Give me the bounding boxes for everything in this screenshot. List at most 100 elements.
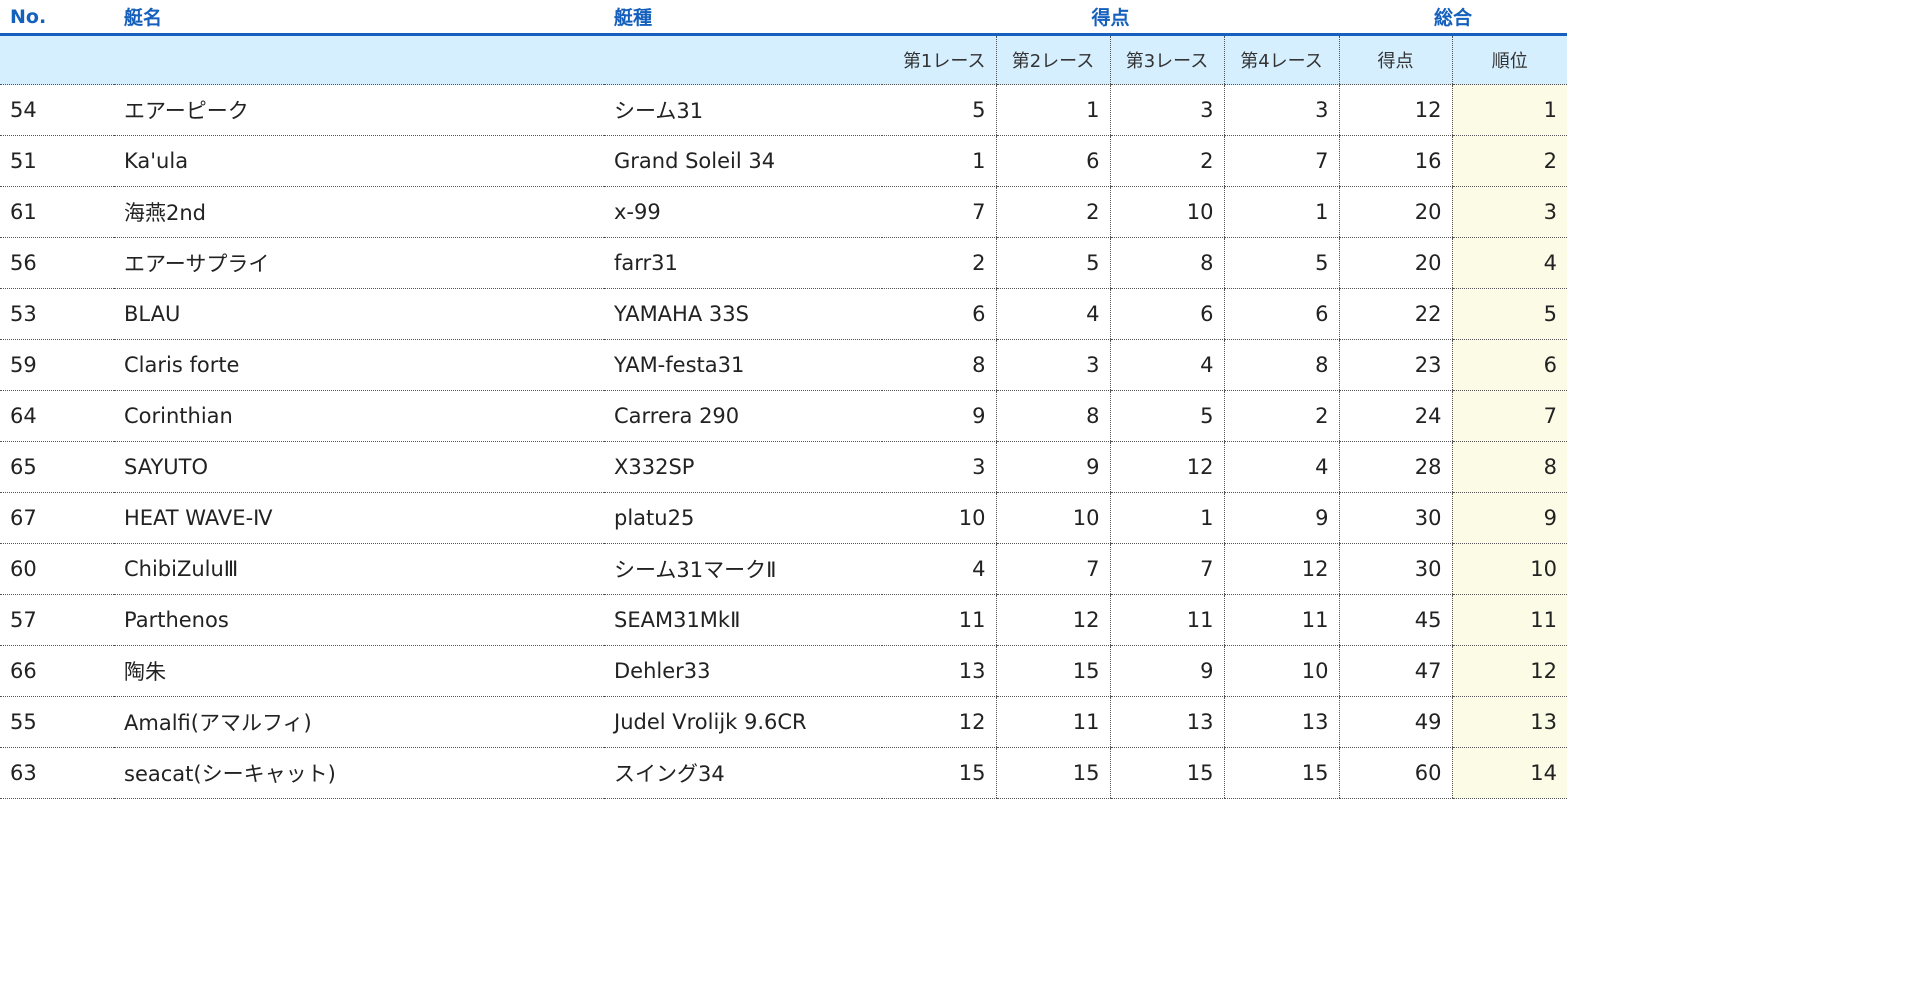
table-row: 54 エアーピーク シーム31 5 1 3 3 12 1	[0, 84, 1568, 136]
cell-race4: 6	[1223, 288, 1340, 340]
cell-boat-name: Corinthian	[114, 390, 604, 442]
cell-points: 22	[1338, 288, 1453, 340]
cell-race1: 6	[882, 288, 996, 340]
cell-race3: 7	[1109, 543, 1224, 595]
cell-boat-name: seacat(シーキャット)	[114, 747, 604, 799]
cell-boat-name: 海燕2nd	[114, 186, 604, 238]
sub-header-race1: 第1レース	[882, 34, 996, 85]
table-row: 64 Corinthian Carrera 290 9 8 5 2 24 7	[0, 390, 1568, 442]
cell-race1: 5	[882, 84, 996, 136]
cell-race1: 1	[882, 135, 996, 187]
cell-race3: 2	[1109, 135, 1224, 187]
cell-race4: 3	[1223, 84, 1340, 136]
cell-race2: 7	[995, 543, 1110, 595]
cell-race1: 3	[882, 441, 996, 493]
cell-points: 45	[1338, 594, 1453, 646]
cell-race1: 8	[882, 339, 996, 391]
cell-race1: 7	[882, 186, 996, 238]
sub-header-rank: 順位	[1451, 34, 1568, 85]
cell-no: 67	[0, 492, 114, 544]
cell-boat-type: Dehler33	[604, 645, 882, 697]
table-row: 61 海燕2nd x-99 7 2 10 1 20 3	[0, 186, 1568, 238]
cell-boat-type: YAM-festa31	[604, 339, 882, 391]
cell-race2: 4	[995, 288, 1110, 340]
cell-boat-type: x-99	[604, 186, 882, 238]
cell-no: 61	[0, 186, 114, 238]
cell-race3: 4	[1109, 339, 1224, 391]
cell-boat-name: エアーピーク	[114, 84, 604, 136]
table-row: 56 エアーサプライ farr31 2 5 8 5 20 4	[0, 237, 1568, 289]
cell-race3: 11	[1109, 594, 1224, 646]
cell-boat-name: Ka'ula	[114, 135, 604, 187]
cell-points: 30	[1338, 543, 1453, 595]
cell-race2: 2	[995, 186, 1110, 238]
cell-race3: 6	[1109, 288, 1224, 340]
table-row: 67 HEAT WAVE-Ⅳ platu25 10 10 1 9 30 9	[0, 492, 1568, 544]
cell-race4: 7	[1223, 135, 1340, 187]
cell-no: 65	[0, 441, 114, 493]
cell-points: 28	[1338, 441, 1453, 493]
cell-race4: 2	[1223, 390, 1340, 442]
cell-race2: 8	[995, 390, 1110, 442]
cell-points: 60	[1338, 747, 1453, 799]
cell-no: 55	[0, 696, 114, 748]
cell-no: 54	[0, 84, 114, 136]
cell-boat-name: 陶朱	[114, 645, 604, 697]
cell-race3: 8	[1109, 237, 1224, 289]
cell-no: 64	[0, 390, 114, 442]
cell-race2: 10	[995, 492, 1110, 544]
cell-boat-name: HEAT WAVE-Ⅳ	[114, 492, 604, 544]
table-row: 59 Claris forte YAM-festa31 8 3 4 8 23 6	[0, 339, 1568, 391]
sub-header-empty-type	[604, 34, 882, 85]
cell-boat-name: ChibiZuluⅢ	[114, 543, 604, 595]
cell-boat-name: エアーサプライ	[114, 237, 604, 289]
cell-boat-type: シーム31	[604, 84, 882, 136]
cell-race1: 2	[882, 237, 996, 289]
cell-race3: 12	[1109, 441, 1224, 493]
cell-rank: 5	[1451, 288, 1568, 340]
cell-no: 51	[0, 135, 114, 187]
cell-race1: 10	[882, 492, 996, 544]
cell-race4: 15	[1223, 747, 1340, 799]
table-row: 66 陶朱 Dehler33 13 15 9 10 47 12	[0, 645, 1568, 697]
cell-rank: 9	[1451, 492, 1568, 544]
cell-no: 63	[0, 747, 114, 799]
cell-race4: 13	[1223, 696, 1340, 748]
cell-no: 57	[0, 594, 114, 646]
cell-boat-name: SAYUTO	[114, 441, 604, 493]
table-row: 57 Parthenos SEAM31MkⅡ 11 12 11 11 45 11	[0, 594, 1568, 646]
cell-boat-name: Amalfi(アマルフィ)	[114, 696, 604, 748]
table-row: 65 SAYUTO X332SP 3 9 12 4 28 8	[0, 441, 1568, 493]
cell-race3: 9	[1109, 645, 1224, 697]
cell-race2: 15	[995, 747, 1110, 799]
table-row: 60 ChibiZuluⅢ シーム31マークⅡ 4 7 7 12 30 10	[0, 543, 1568, 595]
cell-race1: 11	[882, 594, 996, 646]
race-results-table: No. 艇名 艇種 得点 総合 第1レース 第2レース 第3レース 第4レース …	[0, 0, 1568, 799]
cell-rank: 8	[1451, 441, 1568, 493]
cell-points: 16	[1338, 135, 1453, 187]
cell-race2: 1	[995, 84, 1110, 136]
cell-race3: 1	[1109, 492, 1224, 544]
cell-boat-type: Carrera 290	[604, 390, 882, 442]
sub-header-row: 第1レース 第2レース 第3レース 第4レース 得点 順位	[0, 34, 1568, 85]
cell-race2: 3	[995, 339, 1110, 391]
cell-race1: 12	[882, 696, 996, 748]
table-row: 55 Amalfi(アマルフィ) Judel Vrolijk 9.6CR 12 11 13…	[0, 696, 1568, 748]
cell-race4: 9	[1223, 492, 1340, 544]
cell-race4: 4	[1223, 441, 1340, 493]
header-boat-type: 艇種	[604, 0, 882, 36]
cell-points: 20	[1338, 186, 1453, 238]
cell-points: 20	[1338, 237, 1453, 289]
header-overall: 総合	[1339, 0, 1568, 36]
cell-rank: 7	[1451, 390, 1568, 442]
table-row: 53 BLAU YAMAHA 33S 6 4 6 6 22 5	[0, 288, 1568, 340]
cell-race3: 13	[1109, 696, 1224, 748]
cell-race4: 10	[1223, 645, 1340, 697]
cell-rank: 4	[1451, 237, 1568, 289]
cell-points: 49	[1338, 696, 1453, 748]
cell-race4: 8	[1223, 339, 1340, 391]
sub-header-race2: 第2レース	[995, 34, 1110, 85]
cell-rank: 14	[1451, 747, 1568, 799]
results-table-container: No. 艇名 艇種 得点 総合 第1レース 第2レース 第3レース 第4レース …	[0, 0, 1568, 799]
cell-race4: 11	[1223, 594, 1340, 646]
